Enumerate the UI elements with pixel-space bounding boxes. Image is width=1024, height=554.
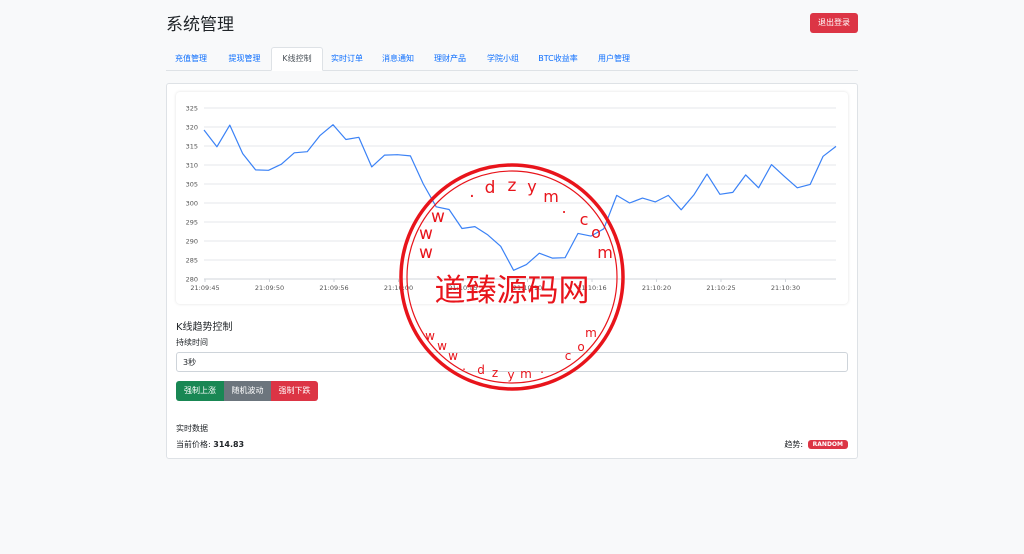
tab-recharge[interactable]: 充值管理 xyxy=(166,48,216,69)
tab-user-management[interactable]: 用户管理 xyxy=(592,48,636,69)
x-tick-label: 21:09:50 xyxy=(255,284,284,292)
tab-finance-products[interactable]: 理财产品 xyxy=(428,48,472,69)
trend-label: 趋势: xyxy=(784,440,804,449)
watermark-letter-top: w xyxy=(419,224,433,244)
watermark-letter-top: m xyxy=(597,243,613,262)
watermark-letter-top: o xyxy=(591,223,601,242)
watermark-letter-bottom: z xyxy=(492,366,498,380)
x-tick-label: 21:10:30 xyxy=(771,284,800,292)
price-value: 314.83 xyxy=(213,440,245,449)
trend-display: 趋势: RANDOM xyxy=(784,439,848,450)
tab-kline-control[interactable]: K线控制 xyxy=(271,47,323,71)
watermark-letter-top: w xyxy=(419,243,433,263)
y-tick-label: 310 xyxy=(186,162,198,170)
watermark-letter-bottom: . xyxy=(462,359,466,373)
y-tick-label: 320 xyxy=(186,124,198,132)
y-tick-label: 305 xyxy=(186,181,198,189)
x-tick-label: 21:09:56 xyxy=(319,284,348,292)
watermark-letter-bottom: m xyxy=(520,367,532,381)
random-button[interactable]: 随机波动 xyxy=(224,381,271,401)
watermark-letter-bottom: . xyxy=(540,362,544,376)
force-down-button[interactable]: 强制下跌 xyxy=(271,381,318,401)
watermark-letter-bottom: w xyxy=(437,339,447,353)
watermark-letter-top: . xyxy=(469,182,474,202)
nav-tabs: 充值管理 提现管理 K线控制 实时订单 消息通知 理财产品 学院小组 BTC收益… xyxy=(166,47,858,71)
watermark-letter-bottom: o xyxy=(577,340,584,354)
realtime-label: 实时数据 xyxy=(176,424,208,433)
trend-badge: RANDOM xyxy=(807,440,848,449)
y-tick-label: 280 xyxy=(186,276,198,284)
x-tick-label: 21:10:25 xyxy=(706,284,735,292)
watermark-letter-bottom: c xyxy=(565,349,572,363)
tab-academy-groups[interactable]: 学院小组 xyxy=(480,48,526,69)
watermark-letter-top: y xyxy=(527,177,536,196)
page-title: 系统管理 xyxy=(166,15,234,35)
watermark-letter-top: c xyxy=(580,210,589,229)
y-tick-label: 290 xyxy=(186,238,198,246)
watermark-seal: 道臻源码网 www. d z ym.comwww. d z y m .com xyxy=(399,163,625,391)
x-tick-label: 21:10:20 xyxy=(642,284,671,292)
watermark-letter-top: d xyxy=(485,178,496,198)
force-up-button[interactable]: 强制上涨 xyxy=(176,381,224,401)
y-tick-label: 315 xyxy=(186,143,198,151)
y-tick-label: 295 xyxy=(186,219,198,227)
current-price: 当前价格: 314.83 xyxy=(176,439,244,450)
tab-btc-yield[interactable]: BTC收益率 xyxy=(534,48,582,69)
watermark-letter-top: . xyxy=(561,198,566,217)
price-label: 当前价格: xyxy=(176,440,211,449)
duration-label: 持续时间 xyxy=(176,338,208,347)
watermark-letter-bottom: w xyxy=(425,329,435,343)
y-tick-label: 325 xyxy=(186,105,198,113)
watermark-letter-top: m xyxy=(543,187,559,206)
watermark-letter-bottom: d xyxy=(477,363,485,377)
watermark-letter-bottom: w xyxy=(448,349,458,363)
watermark-letter-top: w xyxy=(431,207,445,227)
watermark-letter-bottom: m xyxy=(585,326,597,340)
tab-withdraw[interactable]: 提现管理 xyxy=(219,48,270,69)
y-tick-label: 285 xyxy=(186,257,198,265)
logout-button[interactable]: 退出登录 xyxy=(810,13,858,33)
watermark-letter-top: z xyxy=(508,176,517,196)
y-tick-label: 300 xyxy=(186,200,198,208)
tab-notifications[interactable]: 消息通知 xyxy=(376,48,420,69)
watermark-letter-bottom: y xyxy=(507,368,514,382)
x-tick-label: 21:09:45 xyxy=(190,284,219,292)
section-heading: K线趋势控制 xyxy=(176,322,233,333)
watermark-text: 道臻源码网 xyxy=(435,273,590,309)
tab-live-orders[interactable]: 实时订单 xyxy=(324,48,370,69)
